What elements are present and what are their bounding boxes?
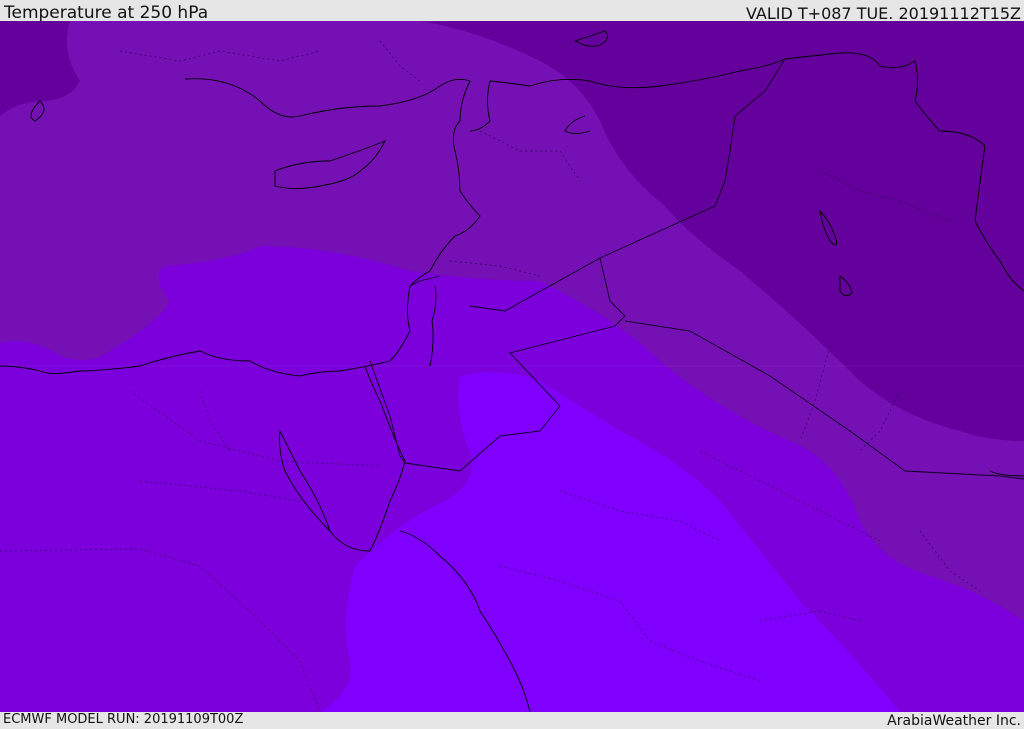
model-run-label: ECMWF MODEL RUN: 20191109T00Z: [3, 712, 244, 727]
map-title: Temperature at 250 hPa: [4, 3, 209, 23]
temperature-map[interactable]: [0, 21, 1024, 713]
header-bar: Temperature at 250 hPa VALID T+087 TUE. …: [0, 0, 1024, 23]
map-canvas: [0, 21, 1024, 713]
footer-bar: ECMWF MODEL RUN: 20191109T00Z ArabiaWeat…: [0, 712, 1024, 729]
credit-label: ArabiaWeather Inc.: [887, 713, 1021, 729]
